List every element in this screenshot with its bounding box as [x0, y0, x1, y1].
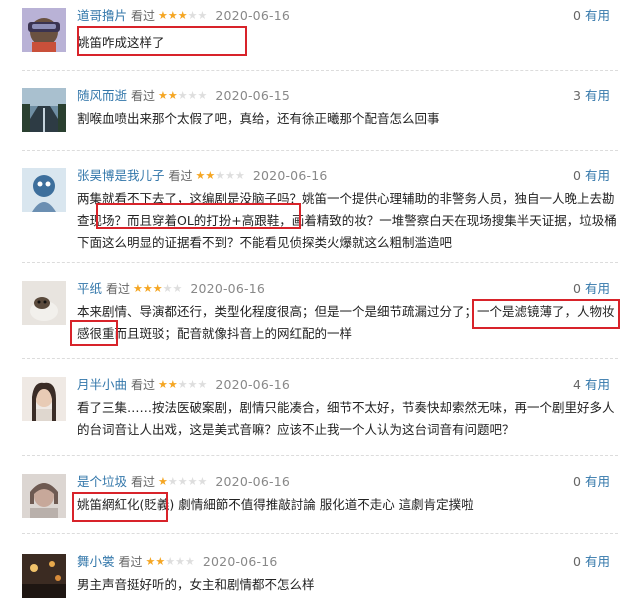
watched-status: 看过 — [168, 169, 193, 183]
rating-stars: ★★★★★ — [158, 378, 208, 391]
useful-vote: 0 有用 — [573, 168, 610, 184]
useful-vote: 0 有用 — [573, 281, 610, 297]
watched-status: 看过 — [118, 555, 143, 569]
watched-status: 看过 — [131, 89, 156, 103]
username-link[interactable]: 随风而逝 — [77, 88, 127, 103]
watched-status: 看过 — [131, 475, 156, 489]
username-link[interactable]: 道哥撸片 — [77, 8, 127, 23]
avatar[interactable] — [22, 8, 66, 52]
username-link[interactable]: 张昊博是我儿子 — [77, 168, 165, 183]
rating-stars: ★★★★★ — [133, 282, 183, 295]
avatar[interactable] — [22, 88, 66, 132]
highlight-box — [472, 299, 620, 329]
review-date: 2020-06-16 — [252, 168, 328, 183]
useful-button[interactable]: 有用 — [585, 88, 610, 103]
rating-stars: ★★★★★ — [158, 475, 208, 488]
review-text: 男主声音挺好听的，女主和剧情都不怎么样 — [77, 577, 315, 592]
review-meta: 是个垃圾 看过 ★★★★★ 2020-06-16 — [77, 474, 290, 490]
useful-button[interactable]: 有用 — [585, 554, 610, 569]
highlight-box — [72, 492, 168, 522]
review-date: 2020-06-16 — [190, 281, 266, 296]
highlight-box — [77, 26, 247, 56]
useful-vote: 0 有用 — [573, 474, 610, 490]
useful-vote: 3 有用 — [573, 88, 610, 104]
rating-stars: ★★★★★ — [158, 9, 208, 22]
watched-status: 看过 — [106, 282, 131, 296]
useful-count: 0 — [573, 554, 581, 569]
useful-count: 3 — [573, 88, 581, 103]
review-date: 2020-06-16 — [215, 8, 291, 23]
review-text: 看了三集……按法医破案剧，剧情只能凑合，细节不太好，节奏快却索然无味，再一个剧里… — [77, 400, 615, 437]
rating-stars: ★★★★★ — [145, 555, 195, 568]
divider — [22, 70, 618, 71]
review-meta: 月半小曲 看过 ★★★★★ 2020-06-16 — [77, 377, 290, 393]
useful-count: 0 — [573, 281, 581, 296]
highlight-box — [96, 203, 301, 229]
useful-button[interactable]: 有用 — [585, 168, 610, 183]
username-link[interactable]: 月半小曲 — [77, 377, 127, 392]
rating-stars: ★★★★★ — [195, 169, 245, 182]
review-meta: 舞小裳 看过 ★★★★★ 2020-06-16 — [77, 554, 278, 570]
useful-button[interactable]: 有用 — [585, 474, 610, 489]
useful-vote: 4 有用 — [573, 377, 610, 393]
useful-button[interactable]: 有用 — [585, 8, 610, 23]
watched-status: 看过 — [131, 9, 156, 23]
username-link[interactable]: 舞小裳 — [77, 554, 115, 569]
username-link[interactable]: 平纸 — [77, 281, 102, 296]
useful-vote: 0 有用 — [573, 554, 610, 570]
avatar[interactable] — [22, 168, 66, 212]
review-meta: 道哥撸片 看过 ★★★★★ 2020-06-16 — [77, 8, 290, 24]
useful-count: 0 — [573, 168, 581, 183]
divider — [22, 358, 618, 359]
rating-stars: ★★★★★ — [158, 89, 208, 102]
avatar[interactable] — [22, 554, 66, 598]
avatar[interactable] — [22, 474, 66, 518]
review-date: 2020-06-16 — [215, 474, 291, 489]
useful-count: 4 — [573, 377, 581, 392]
divider — [22, 150, 618, 151]
divider — [22, 455, 618, 456]
review-date: 2020-06-15 — [215, 88, 291, 103]
useful-count: 0 — [573, 474, 581, 489]
review-text: 割喉血喷出来那个太假了吧，真给，还有徐正曦那个配音怎么回事 — [77, 111, 440, 126]
watched-status: 看过 — [131, 378, 156, 392]
review-meta: 张昊博是我儿子 看过 ★★★★★ 2020-06-16 — [77, 168, 328, 184]
avatar[interactable] — [22, 377, 66, 421]
review-date: 2020-06-16 — [202, 554, 278, 569]
review-meta: 平纸 看过 ★★★★★ 2020-06-16 — [77, 281, 265, 297]
review-date: 2020-06-16 — [215, 377, 291, 392]
username-link[interactable]: 是个垃圾 — [77, 474, 127, 489]
highlight-box — [70, 320, 118, 346]
useful-vote: 0 有用 — [573, 8, 610, 24]
divider — [22, 262, 618, 263]
useful-button[interactable]: 有用 — [585, 281, 610, 296]
useful-button[interactable]: 有用 — [585, 377, 610, 392]
divider — [22, 533, 618, 534]
review-meta: 随风而逝 看过 ★★★★★ 2020-06-15 — [77, 88, 290, 104]
avatar[interactable] — [22, 281, 66, 325]
useful-count: 0 — [573, 8, 581, 23]
